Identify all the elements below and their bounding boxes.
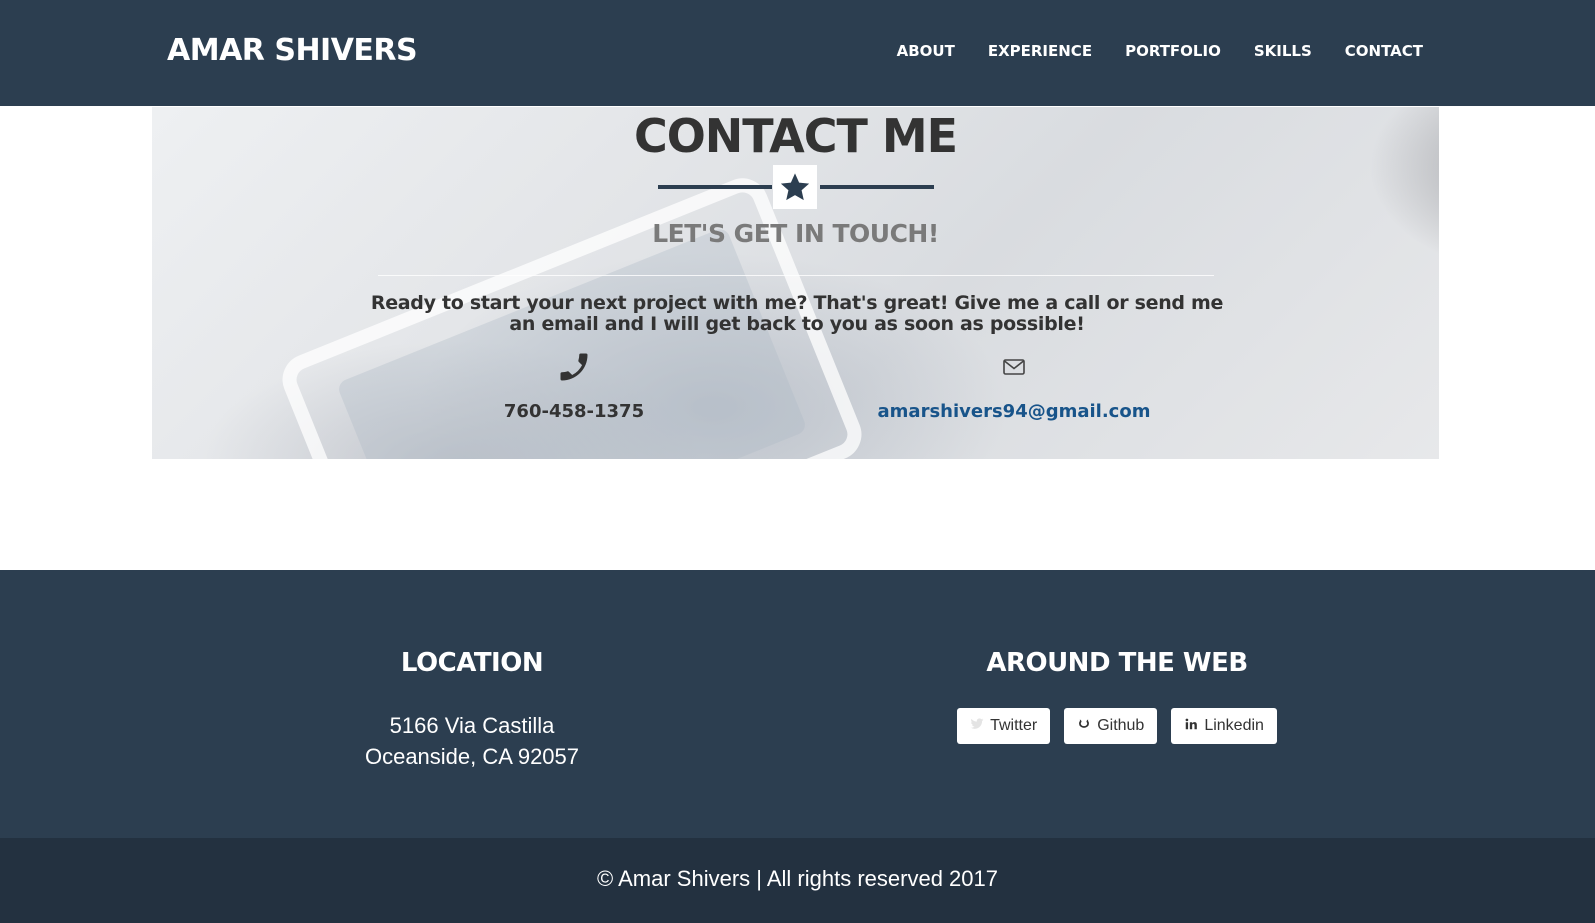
location-column: LOCATION 5166 Via Castilla Oceanside, CA… — [222, 648, 722, 772]
social-buttons: Twitter Github Linkedin — [867, 708, 1367, 744]
contact-blurb: Ready to start your next project with me… — [370, 292, 1224, 335]
nav-link-contact[interactable]: CONTACT — [1345, 42, 1423, 60]
divider-line-left — [658, 185, 772, 189]
address-line-2: Oceanside, CA 92057 — [364, 744, 580, 769]
github-label: Github — [1097, 717, 1145, 734]
linkedin-icon — [1184, 717, 1198, 736]
location-heading: LOCATION — [400, 648, 544, 678]
email-contact: amarshivers94@gmail.com — [854, 347, 1174, 422]
contact-section: CONTACT ME LET'S GET IN TOUCH! Ready to … — [152, 107, 1439, 459]
nav-link-experience[interactable]: EXPERIENCE — [988, 42, 1092, 60]
section-title: CONTACT ME — [633, 109, 958, 163]
around-the-web-column: AROUND THE WEB Twitter Github Linkedin — [867, 648, 1367, 744]
divider-line-right — [820, 185, 934, 189]
linkedin-button[interactable]: Linkedin — [1171, 708, 1277, 744]
phone-number: 760-458-1375 — [503, 401, 645, 422]
address-line-1: 5166 Via Castilla — [389, 713, 555, 738]
horizontal-rule — [378, 275, 1214, 276]
phone-contact: 760-458-1375 — [414, 347, 734, 422]
copyright-text: © Amar Shivers | All rights reserved 201… — [597, 866, 998, 891]
github-button[interactable]: Github — [1064, 708, 1158, 744]
twitter-icon — [970, 717, 984, 736]
nav-link-about[interactable]: ABOUT — [897, 42, 955, 60]
footer: LOCATION 5166 Via Castilla Oceanside, CA… — [0, 570, 1595, 838]
linkedin-label: Linkedin — [1204, 717, 1264, 734]
twitter-button[interactable]: Twitter — [957, 708, 1051, 744]
star-icon — [773, 165, 817, 209]
nav-link-skills[interactable]: SKILLS — [1254, 42, 1312, 60]
nav-links: ABOUT EXPERIENCE PORTFOLIO SKILLS CONTAC… — [864, 42, 1423, 60]
navbar: AMAR SHIVERS ABOUT EXPERIENCE PORTFOLIO … — [0, 0, 1595, 106]
email-link[interactable]: amarshivers94@gmail.com — [854, 401, 1174, 422]
envelope-icon — [854, 347, 1174, 387]
nav-link-portfolio[interactable]: PORTFOLIO — [1125, 42, 1221, 60]
around-the-web-heading: AROUND THE WEB — [986, 648, 1248, 678]
github-icon — [1077, 717, 1091, 736]
brand-logo[interactable]: AMAR SHIVERS — [167, 33, 418, 68]
section-subtitle: LET'S GET IN TOUCH! — [652, 219, 939, 248]
phone-icon — [414, 347, 734, 387]
star-divider — [658, 165, 934, 209]
address: 5166 Via Castilla Oceanside, CA 92057 — [222, 710, 722, 772]
copyright-bar: © Amar Shivers | All rights reserved 201… — [0, 838, 1595, 923]
twitter-label: Twitter — [990, 717, 1038, 734]
